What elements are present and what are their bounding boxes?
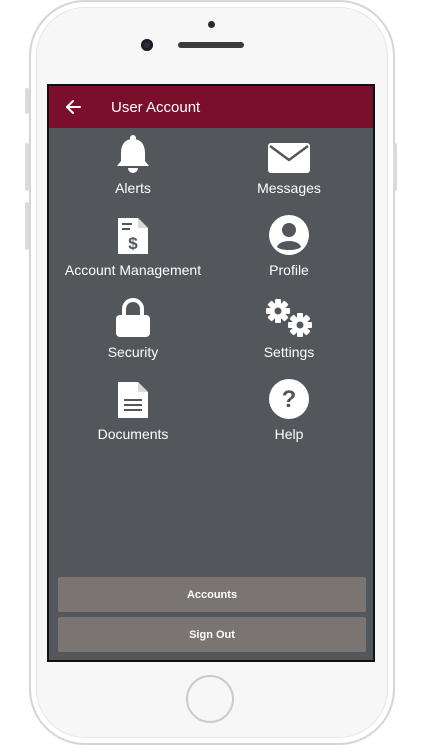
question-circle-icon: ? bbox=[269, 379, 309, 419]
app-header: User Account bbox=[49, 86, 373, 128]
menu-item-label: Account Management bbox=[64, 262, 202, 278]
gears-icon bbox=[266, 299, 312, 337]
user-circle-icon bbox=[269, 215, 309, 255]
menu-item-label: Settings bbox=[263, 344, 315, 360]
menu-item-settings[interactable]: Settings bbox=[207, 294, 371, 374]
sign-out-button[interactable]: Sign Out bbox=[58, 617, 366, 652]
lock-icon bbox=[116, 298, 150, 337]
earpiece-speaker bbox=[178, 42, 244, 48]
app-screen: User Account Alerts Messages $ Account M… bbox=[47, 84, 375, 662]
document-icon bbox=[118, 382, 148, 418]
mute-switch bbox=[25, 88, 29, 114]
page-title: User Account bbox=[111, 98, 201, 116]
volume-up-button bbox=[25, 143, 29, 191]
accounts-button[interactable]: Accounts bbox=[58, 577, 366, 612]
invoice-icon: $ bbox=[118, 218, 148, 254]
menu-item-account-management[interactable]: $ Account Management bbox=[51, 212, 215, 292]
menu-item-security[interactable]: Security bbox=[51, 294, 215, 374]
menu-item-label: Profile bbox=[269, 262, 309, 278]
menu-item-label: Security bbox=[107, 344, 159, 360]
sensor-dot bbox=[208, 21, 215, 28]
menu-item-profile[interactable]: Profile bbox=[207, 212, 371, 292]
arrow-left-icon bbox=[66, 100, 81, 114]
menu-item-label: Messages bbox=[257, 180, 321, 196]
back-button[interactable] bbox=[53, 86, 93, 128]
menu-item-messages[interactable]: Messages bbox=[207, 130, 371, 210]
menu-item-alerts[interactable]: Alerts bbox=[51, 130, 215, 210]
svg-text:$: $ bbox=[128, 234, 138, 253]
menu-item-label: Alerts bbox=[115, 180, 151, 196]
svg-text:?: ? bbox=[282, 386, 297, 413]
volume-down-button bbox=[25, 202, 29, 250]
power-button bbox=[393, 143, 397, 191]
menu-item-label: Documents bbox=[97, 426, 169, 442]
envelope-icon bbox=[268, 143, 310, 173]
front-camera bbox=[141, 39, 153, 51]
menu-item-label: Help bbox=[274, 426, 304, 442]
menu-item-documents[interactable]: Documents bbox=[51, 376, 215, 456]
menu-item-help[interactable]: ? Help bbox=[207, 376, 371, 456]
home-button[interactable] bbox=[186, 675, 234, 723]
bell-icon bbox=[117, 135, 149, 173]
